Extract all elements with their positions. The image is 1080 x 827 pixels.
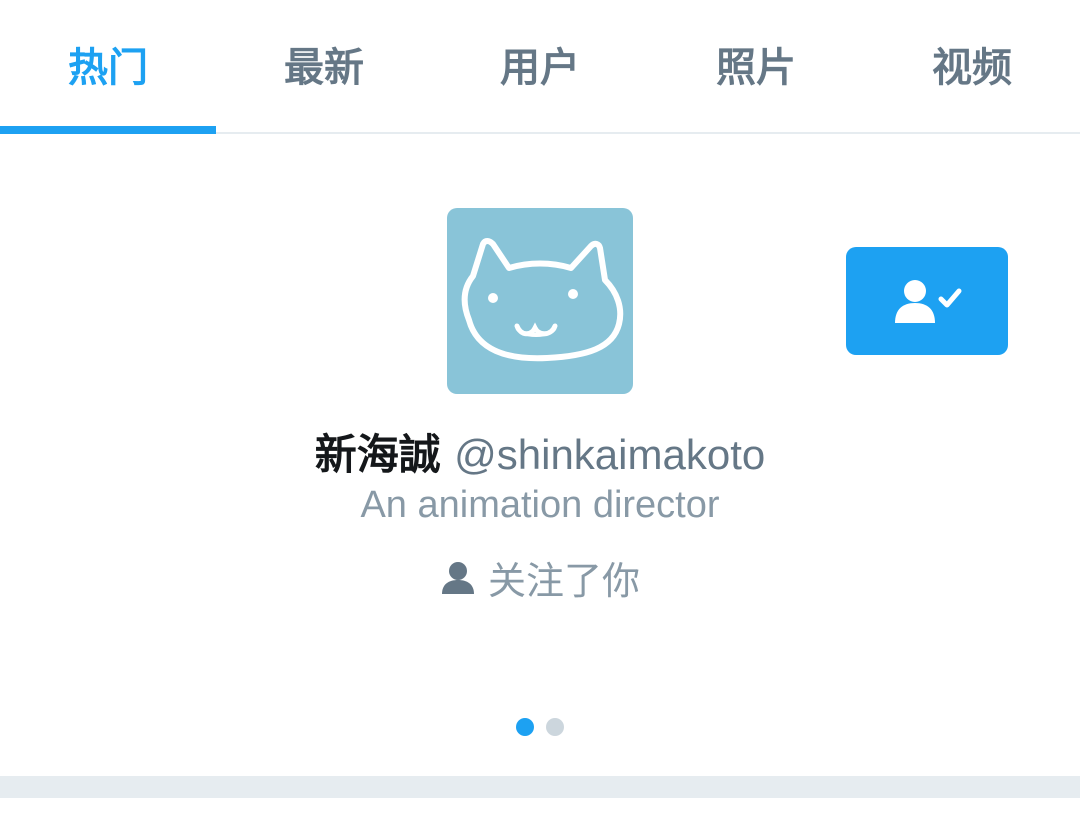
following-button[interactable] <box>846 247 1008 355</box>
tab-users[interactable]: 用户 <box>432 0 648 132</box>
display-name[interactable]: 新海誠 <box>315 430 441 479</box>
avatar[interactable] <box>447 208 633 394</box>
follows-you-text: 关注了你 <box>487 559 640 603</box>
pager-dot-2[interactable] <box>546 718 564 736</box>
follows-you-label: 关注了你 <box>0 550 1080 605</box>
user-card[interactable]: 新海誠 @shinkaimakoto An animation director… <box>0 136 1080 776</box>
user-following-icon <box>895 280 962 323</box>
pager-dots <box>0 718 1080 736</box>
section-divider <box>0 776 1080 798</box>
tab-hot[interactable]: 热门 <box>0 0 216 134</box>
user-bio: An animation director <box>360 484 720 526</box>
person-icon <box>441 561 474 594</box>
tab-bar: 热门 最新 用户 照片 视频 <box>0 0 1080 134</box>
pager-dot-1[interactable] <box>516 718 534 736</box>
cat-face-icon <box>461 238 624 362</box>
tab-videos[interactable]: 视频 <box>864 0 1080 132</box>
feed-area <box>0 798 1080 827</box>
user-name-row: 新海誠 @shinkaimakoto <box>0 421 1080 482</box>
user-handle: @shinkaimakoto <box>454 431 766 478</box>
tab-latest[interactable]: 最新 <box>216 0 432 132</box>
tab-photos[interactable]: 照片 <box>648 0 864 132</box>
